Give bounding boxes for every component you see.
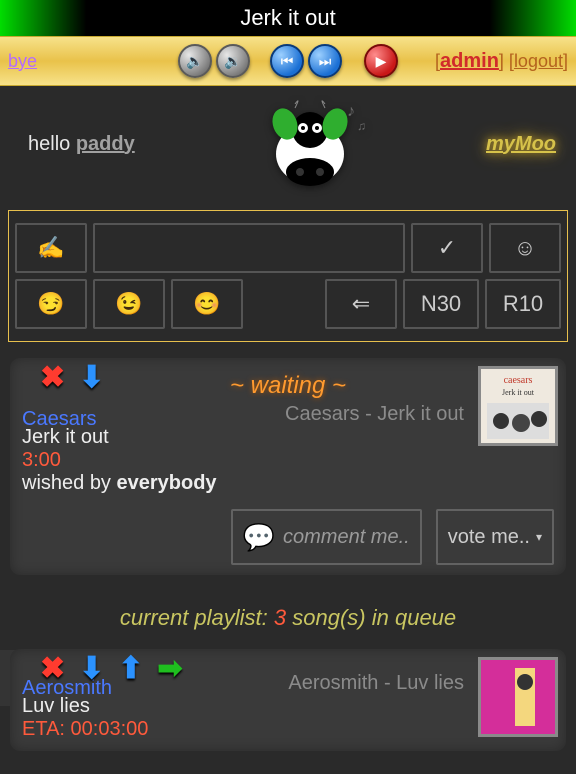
chevron-down-icon: ▾ <box>536 530 542 544</box>
logout-link[interactable]: logout <box>514 51 563 71</box>
user-link[interactable]: paddy <box>76 133 135 155</box>
hello-label: hello <box>28 133 76 155</box>
comment-placeholder: comment me.. <box>283 526 410 549</box>
svg-text:Jerk it out: Jerk it out <box>502 388 535 397</box>
auth-links: [admin] [logout] <box>435 50 568 73</box>
compose-input[interactable] <box>95 225 403 271</box>
pl-count: 3 <box>274 605 286 630</box>
write-emoji-button[interactable]: ✍️ <box>15 223 87 273</box>
bye-link[interactable]: bye <box>8 51 37 72</box>
n30-button[interactable]: N30 <box>403 279 479 329</box>
move-down-icon[interactable]: ⬇ <box>79 651 104 686</box>
title-text: Jerk it out <box>240 5 335 31</box>
remove-icon[interactable]: ✖ <box>40 360 65 395</box>
now-playing-title: Jerk it out <box>0 0 576 36</box>
vote-label: vote me.. <box>448 526 530 549</box>
remove-icon[interactable]: ✖ <box>40 651 65 686</box>
back-button[interactable]: ⇐ <box>325 279 397 329</box>
compose-input-wrap <box>93 223 405 273</box>
play-next-icon[interactable]: ➡ <box>157 651 182 686</box>
track-duration: 3:00 <box>22 449 554 472</box>
wink-button[interactable]: 😉 <box>93 279 165 329</box>
toolbar: bye 🔈 🔉 ⏮ ⏭ ▶ [admin] [logout] <box>0 36 576 86</box>
play-icon[interactable]: ▶ <box>364 44 398 78</box>
cow-logo: ♪ ♫ <box>240 94 380 194</box>
comment-icon: 💬 <box>243 522 275 553</box>
vote-select[interactable]: vote me.. ▾ <box>436 509 554 565</box>
playlist-heading: current playlist: 3 song(s) in queue <box>0 605 576 631</box>
admin-link[interactable]: admin <box>440 50 499 72</box>
now-playing-card: ✖ ⬇ ~ waiting ~ caesarsJerk it out Caesa… <box>10 358 566 575</box>
track-title: Jerk it out <box>22 426 554 449</box>
track-info: Caesars Caesars - Jerk it out Jerk it ou… <box>22 408 554 495</box>
comment-input[interactable]: 💬 comment me.. <box>231 509 422 565</box>
compose-panel: ✍️ ✓ ☺ 😏 😉 😊 ⇐ N30 R10 <box>8 210 568 342</box>
next-track-icon[interactable]: ⏭ <box>308 44 342 78</box>
pl-pre: current playlist: <box>120 605 274 630</box>
album-art: caesars Jerk it out <box>478 366 558 446</box>
welcome-row: hello paddy ♪ ♫ myMoo <box>0 86 576 202</box>
smirk-button[interactable]: 😏 <box>15 279 87 329</box>
track-eta: ETA: 00:03:00 <box>22 718 554 741</box>
blush-button[interactable]: 😊 <box>171 279 243 329</box>
album-art <box>478 657 558 737</box>
wished-prefix: wished by <box>22 472 117 494</box>
svg-text:♪: ♪ <box>347 103 355 120</box>
r10-button[interactable]: R10 <box>485 279 561 329</box>
volume-down-icon[interactable]: 🔈 <box>178 44 212 78</box>
svg-text:♫: ♫ <box>357 119 366 133</box>
submit-button[interactable]: ✓ <box>411 223 483 273</box>
wished-by: wished by everybody <box>22 472 554 495</box>
move-down-icon[interactable]: ⬇ <box>79 360 104 395</box>
prev-track-icon[interactable]: ⏮ <box>270 44 304 78</box>
wisher-name: everybody <box>117 472 217 494</box>
smile-button[interactable]: ☺ <box>489 223 561 273</box>
greeting: hello paddy <box>28 133 135 156</box>
pl-post: song(s) in queue <box>286 605 456 630</box>
queue-card: ✖ ⬇ ⬆ ➡ Aerosmith Aerosmith - Luv lies L… <box>10 649 566 751</box>
move-up-icon[interactable]: ⬆ <box>118 651 143 686</box>
mymoo-link[interactable]: myMoo <box>486 133 556 156</box>
svg-text:caesars: caesars <box>504 375 533 386</box>
track-desc: Caesars - Jerk it out <box>22 403 554 426</box>
volume-up-icon[interactable]: 🔉 <box>216 44 250 78</box>
